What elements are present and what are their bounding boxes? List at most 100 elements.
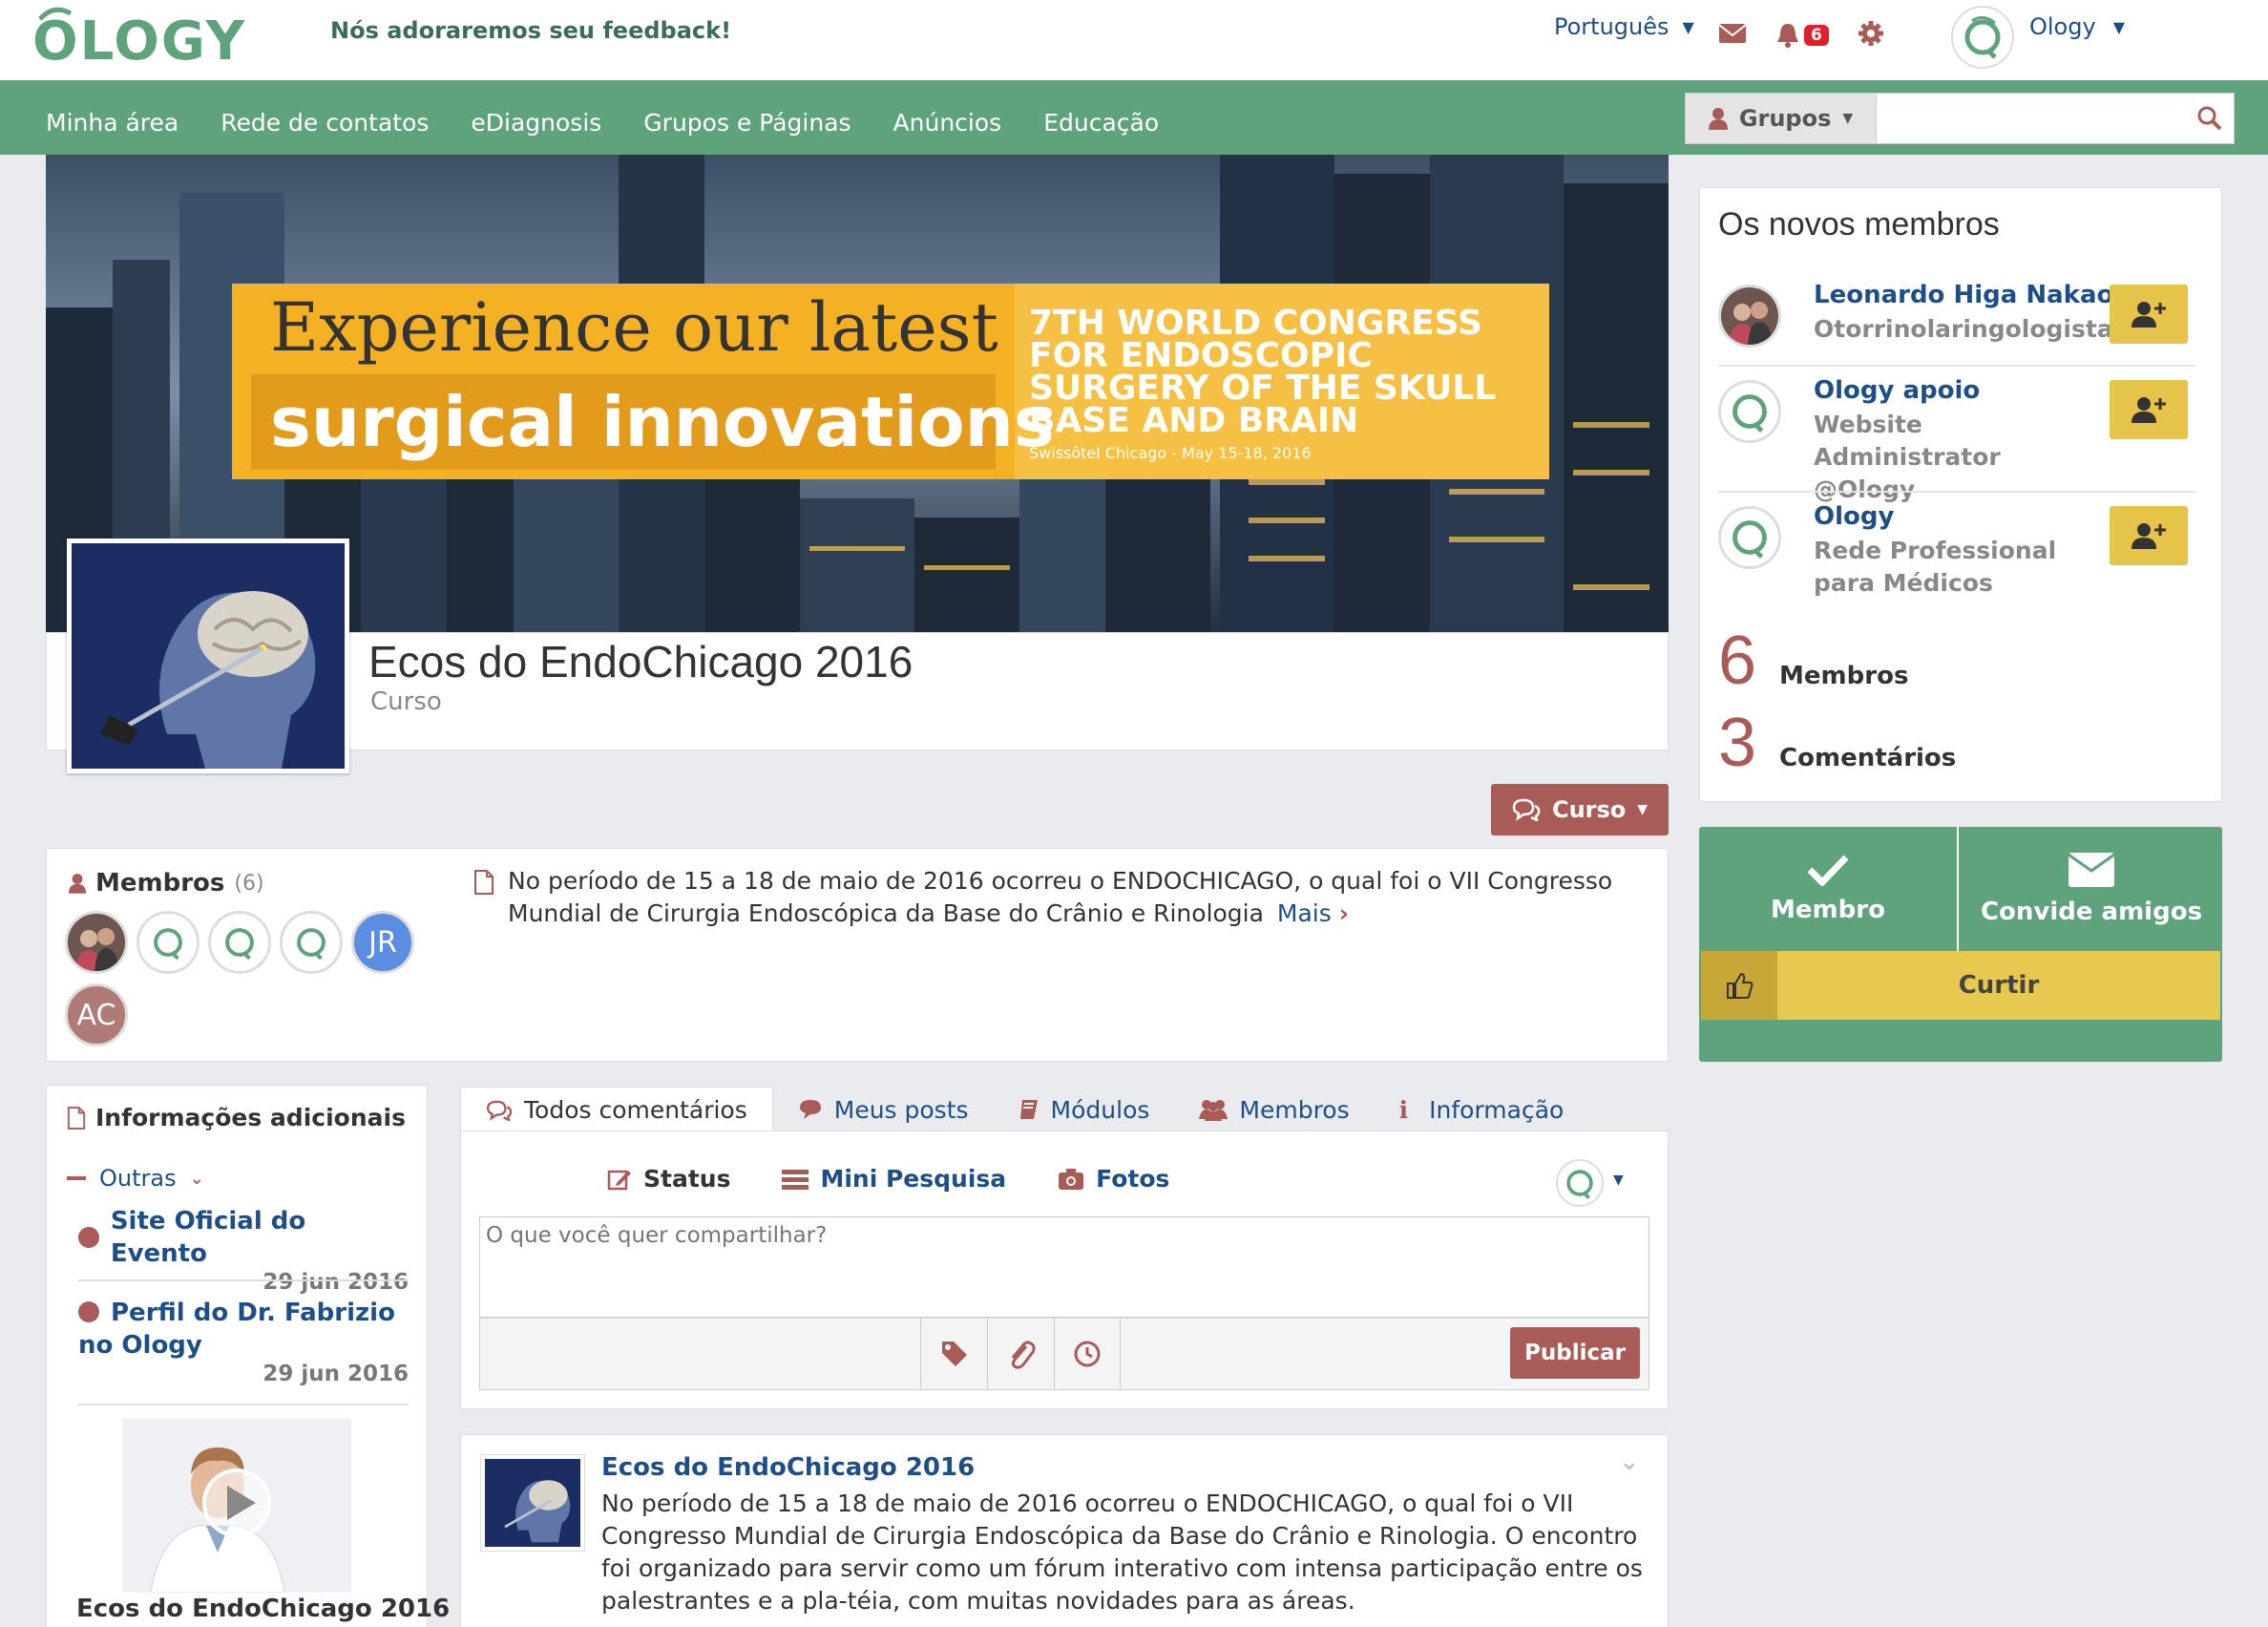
globe-icon <box>78 1227 99 1248</box>
composer-tab-mini-pesquisa[interactable]: Mini Pesquisa <box>782 1165 1006 1193</box>
members-heading[interactable]: Membros (6) <box>69 869 264 898</box>
tag-button[interactable] <box>920 1318 987 1390</box>
read-more-label: Mais <box>1276 899 1332 927</box>
tab-todos-comentarios[interactable]: Todos comentários <box>460 1087 773 1132</box>
tab-label: Módulos <box>1050 1095 1150 1124</box>
member-avatar[interactable]: AC <box>65 983 128 1046</box>
divider <box>1718 365 2195 367</box>
posting-as-avatar[interactable] <box>1556 1159 1604 1207</box>
attach-button[interactable] <box>987 1318 1054 1390</box>
paperclip-icon <box>1011 1341 1036 1369</box>
minus-icon <box>67 1176 86 1180</box>
publish-button[interactable]: Publicar <box>1510 1327 1640 1379</box>
comments-icon <box>1512 798 1541 821</box>
nav-item-anuncios[interactable]: Anúncios <box>893 99 1002 137</box>
new-member-item: Leonardo Higa Nakao Otorrinolaringologis… <box>1718 281 2195 361</box>
ology-logo[interactable]: OLOGY <box>32 6 319 73</box>
stat-label: Membros <box>1779 662 1909 690</box>
post-textarea[interactable] <box>479 1216 1649 1318</box>
envelope-icon <box>2068 853 2115 887</box>
tab-membros[interactable]: Membros <box>1174 1087 1374 1132</box>
category-toggle[interactable]: Outras ⌄ <box>67 1165 204 1192</box>
info-link-date: 29 jun 2016 <box>262 1270 409 1295</box>
schedule-button[interactable] <box>1054 1318 1121 1390</box>
member-avatars: JR AC <box>65 911 428 1046</box>
info-link-title: Site Oficial do Evento <box>110 1207 306 1268</box>
add-friend-button[interactable] <box>2110 285 2188 344</box>
chevron-down-icon[interactable]: ⌄ <box>1619 1447 1640 1476</box>
tab-label: Meus posts <box>833 1095 969 1124</box>
post-title[interactable]: Ecos do EndoChicago 2016 <box>601 1453 975 1482</box>
curso-dropdown-button[interactable]: Curso ▼ <box>1491 784 1669 835</box>
globe-icon <box>78 1301 99 1322</box>
search-icon[interactable] <box>2186 94 2234 143</box>
invite-friends-button[interactable]: Convide amigos <box>1961 827 2222 951</box>
member-avatar[interactable] <box>1718 380 1781 443</box>
caret-down-icon: ▼ <box>1682 17 1694 36</box>
envelope-icon[interactable] <box>1718 22 1747 49</box>
member-name[interactable]: Leonardo Higa Nakao <box>1814 281 2113 309</box>
nav-item-rede-de-contatos[interactable]: Rede de contatos <box>220 99 429 137</box>
nav-item-minha-area[interactable]: Minha área <box>46 99 178 137</box>
nav-item-ediagnosis[interactable]: eDiagnosis <box>471 99 601 137</box>
search-scope-label: Grupos <box>1738 105 1832 132</box>
member-avatar[interactable] <box>1718 285 1781 348</box>
user-menu[interactable]: Ology ▼ <box>2029 13 2125 40</box>
edit-icon <box>607 1170 631 1190</box>
member-avatar[interactable] <box>65 911 128 974</box>
composer-tab-status[interactable]: Status <box>607 1165 730 1193</box>
info-icon: i <box>1398 1095 1409 1124</box>
video-thumbnail[interactable] <box>122 1419 351 1593</box>
nav-item-educacao[interactable]: Educação <box>1043 99 1159 137</box>
notifications-button[interactable]: 6 <box>1775 22 1829 49</box>
banner-line-1: Experience our latest <box>270 288 998 367</box>
video-title[interactable]: Ecos do EndoChicago 2016 <box>76 1595 450 1623</box>
bell-icon <box>1777 24 1798 48</box>
caret-down-icon: ▼ <box>2112 17 2125 36</box>
list-icon <box>782 1169 809 1190</box>
stat-value: 6 <box>1718 623 1757 699</box>
search-bar: Grupos ▼ <box>1685 93 2235 144</box>
post-body: No período de 15 a 18 de maio de 2016 oc… <box>601 1490 1643 1615</box>
user-avatar[interactable] <box>1951 6 2014 69</box>
tab-meus-posts[interactable]: Meus posts <box>773 1087 994 1132</box>
divider <box>1718 491 2195 493</box>
caret-down-icon: ▼ <box>1842 111 1854 126</box>
post-author-thumbnail[interactable] <box>481 1455 584 1551</box>
search-input[interactable] <box>1877 94 2186 143</box>
nav-item-grupos-e-paginas[interactable]: Grupos e Páginas <box>643 99 850 137</box>
add-friend-button[interactable] <box>2110 506 2188 565</box>
book-icon <box>1019 1100 1038 1119</box>
read-more-link[interactable]: Mais › <box>1277 899 1349 927</box>
member-avatar[interactable] <box>208 911 271 974</box>
language-label: Português <box>1554 13 1670 40</box>
member-role: Otorrinolaringologista <box>1814 315 2113 343</box>
member-name[interactable]: Ology apoio <box>1814 376 1980 405</box>
content-tabs: Todos comentários Meus posts Módulos Mem… <box>460 1087 1588 1132</box>
invite-button-label: Convide amigos <box>1980 898 2203 926</box>
member-avatar[interactable] <box>280 911 343 974</box>
member-button[interactable]: Membro <box>1699 827 1959 951</box>
search-scope-dropdown[interactable]: Grupos ▼ <box>1686 94 1877 143</box>
group-thumbnail[interactable] <box>67 539 349 773</box>
gear-icon[interactable] <box>1858 20 1884 51</box>
users-icon <box>1199 1100 1228 1121</box>
members-stat: 6 Membros <box>1718 626 1908 695</box>
member-avatar[interactable] <box>136 911 200 974</box>
composer-tab-fotos[interactable]: Fotos <box>1058 1165 1169 1193</box>
tab-informacao[interactable]: i Informação <box>1375 1087 1589 1132</box>
stat-value: 3 <box>1718 705 1757 781</box>
document-icon <box>474 870 494 895</box>
add-friend-button[interactable] <box>2110 380 2188 439</box>
member-avatar[interactable] <box>1718 506 1781 569</box>
tag-icon <box>941 1342 967 1366</box>
user-plus-icon <box>2132 302 2166 328</box>
member-name[interactable]: Ology <box>1814 502 1894 531</box>
tab-modulos[interactable]: Módulos <box>994 1087 1175 1132</box>
like-button[interactable]: Curtir <box>1701 951 2220 1020</box>
info-link-item[interactable]: Perfil do Dr. Fabrizio no Ology 29 jun 2… <box>78 1297 409 1386</box>
feedback-link[interactable]: Nós adoraremos seu feedback! <box>330 17 731 44</box>
language-selector[interactable]: Português ▼ <box>1554 13 1694 40</box>
member-avatar[interactable]: JR <box>351 911 414 974</box>
caret-down-icon[interactable]: ▼ <box>1613 1173 1624 1188</box>
